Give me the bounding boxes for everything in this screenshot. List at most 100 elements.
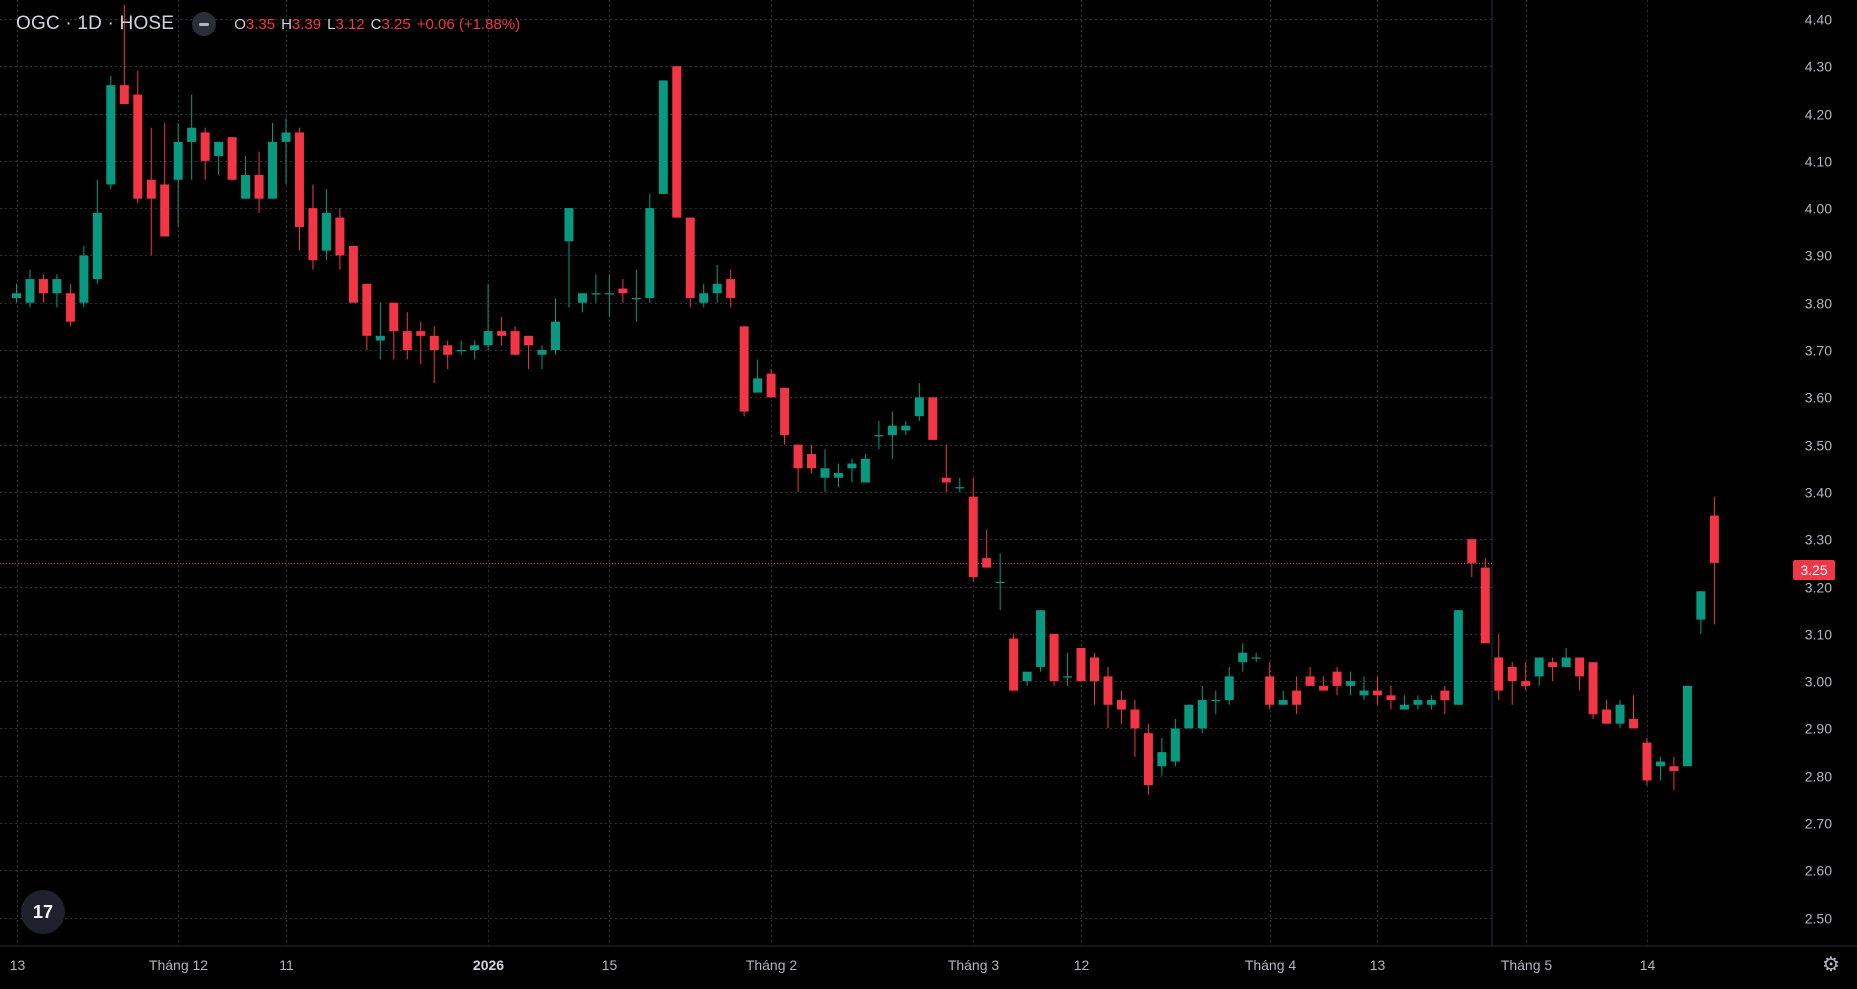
candlestick-chart[interactable]: 4.40 4.30 4.20 4.10 4.00 3.90 3.80 3.70 3.60 3.50… (0, 0, 1857, 989)
time-tick-label: 12 (1074, 957, 1090, 973)
candle-body (847, 463, 857, 469)
candle-body (1669, 766, 1679, 771)
candle-body (1157, 752, 1167, 767)
candle-body (92, 212, 102, 280)
price-tick-label: 4.40 (1805, 12, 1832, 28)
candle-body (658, 80, 668, 194)
price-tick-label: 3.30 (1805, 532, 1832, 548)
candle-body (402, 331, 412, 351)
time-tick-label: 11 (279, 957, 294, 973)
price-tick-label: 4.00 (1805, 201, 1832, 217)
candle-body (1588, 662, 1598, 715)
high-key: H (281, 15, 292, 33)
price-tick-label: 3.10 (1805, 627, 1832, 643)
symbol-legend: OGC · 1D · HOSE O3.35 H3.39 L3.12 C3.25 … (16, 10, 520, 38)
candle-body (25, 279, 35, 303)
candle-body (1319, 685, 1329, 691)
time-tick-label: 15 (602, 957, 618, 973)
candle-body (1467, 539, 1477, 563)
symbol-title[interactable]: OGC · 1D · HOSE (16, 13, 174, 35)
candle-body (1278, 700, 1288, 705)
candle-body (820, 468, 830, 478)
candle-body (1548, 662, 1558, 667)
candle-body (941, 477, 951, 483)
tradingview-logo-icon[interactable]: 17 (21, 890, 65, 934)
last-price-badge: 3.25 (1793, 560, 1835, 580)
candle-body (1629, 718, 1638, 729)
candle-body (79, 255, 89, 303)
candle-body (1143, 733, 1153, 786)
candle-body (887, 425, 897, 436)
candle-body (362, 283, 372, 336)
time-tick-label: Tháng 12 (149, 957, 208, 973)
candle-body (766, 373, 776, 398)
candle-body (1372, 690, 1382, 696)
candle-body (146, 179, 156, 199)
candle-body (712, 283, 722, 294)
close-value: 3.25 (381, 15, 411, 33)
time-tick-label: 14 (1640, 957, 1656, 973)
price-tick-label: 2.90 (1805, 721, 1832, 737)
candle-body (1399, 704, 1409, 710)
ohlc-values: O3.35 H3.39 L3.12 C3.25 +0.06 (+1.88%) (234, 16, 520, 33)
time-tick-label: 13 (10, 957, 26, 973)
candle-body (793, 444, 803, 469)
gear-icon[interactable]: ⚙ (1820, 954, 1842, 976)
candle-body (726, 279, 736, 298)
candle-body (874, 435, 884, 437)
candle-body (12, 293, 21, 298)
candle-body (1480, 567, 1490, 644)
candle-body (200, 132, 210, 161)
candle-body (1170, 728, 1180, 762)
candle-body (1036, 610, 1046, 667)
candle-body (1090, 657, 1099, 682)
candle-body (1561, 657, 1571, 667)
candle-body (375, 335, 385, 341)
candle-body (1224, 676, 1234, 701)
candle-body (1602, 709, 1612, 724)
candle-body (241, 175, 251, 199)
candle-body (1022, 671, 1032, 682)
candle-body (1251, 657, 1261, 659)
candle-body (1709, 515, 1719, 563)
candle-body (914, 397, 924, 417)
time-tick-label: Tháng 5 (1501, 957, 1553, 973)
candle-body (564, 208, 574, 242)
candle-body (860, 458, 870, 483)
candle-body (1575, 657, 1585, 677)
candle-body (1332, 671, 1342, 686)
candle-body (537, 350, 547, 355)
candle-body (807, 454, 817, 469)
price-tick-label: 3.80 (1805, 296, 1832, 312)
candle-body (982, 558, 992, 568)
candle-body (254, 175, 264, 199)
candle-body (429, 335, 439, 351)
price-tick-label: 3.90 (1805, 248, 1832, 264)
time-tick-label: 13 (1370, 957, 1386, 973)
candle-body (577, 293, 587, 303)
candle-body (1440, 690, 1450, 701)
candle-body (483, 331, 493, 346)
candle-body (214, 141, 224, 157)
candle-body (1346, 681, 1356, 686)
candle-body (52, 279, 62, 294)
price-tick-label: 3.60 (1805, 390, 1832, 406)
candle-body (955, 487, 965, 489)
candle-body (1655, 761, 1665, 767)
candle-body (1116, 700, 1126, 710)
time-tick-label: Tháng 4 (1245, 957, 1297, 973)
candle-body (281, 132, 291, 142)
candle-body (645, 208, 655, 298)
candle-body (780, 387, 790, 436)
candle-body (1292, 690, 1302, 705)
candle-body (133, 94, 143, 199)
eye-toggle-icon[interactable] (192, 12, 217, 36)
candle-body (1521, 681, 1531, 686)
high-value: 3.39 (291, 15, 322, 33)
price-tick-label: 3.70 (1805, 343, 1832, 359)
candle-body (335, 217, 345, 256)
candle-body (1238, 652, 1248, 663)
price-tick-label: 2.60 (1805, 863, 1832, 879)
open-value: 3.35 (245, 15, 276, 33)
candle-body (1615, 704, 1625, 724)
